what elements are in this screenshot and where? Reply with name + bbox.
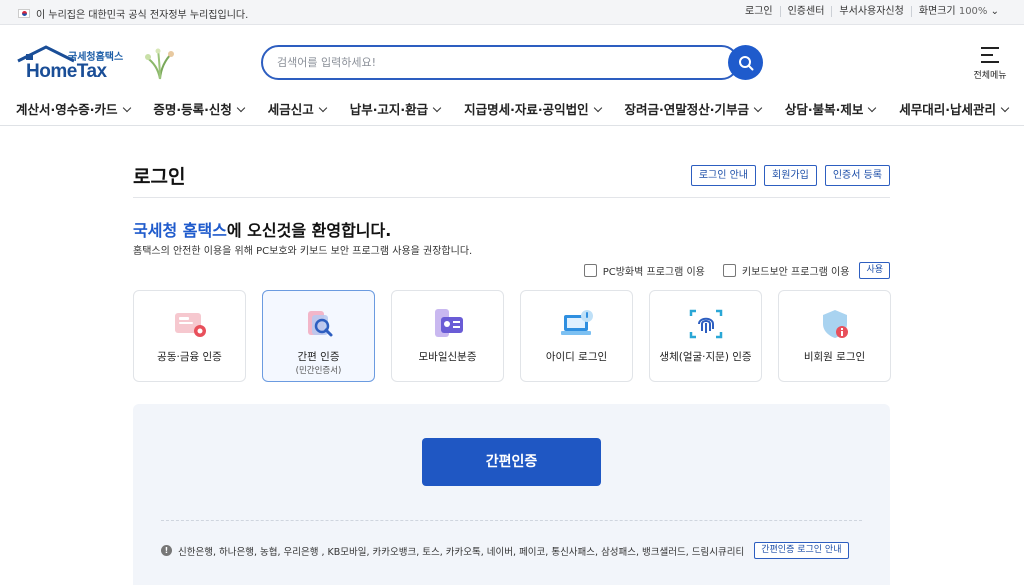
gnb-item-incentives[interactable]: 장려금·연말정산·기부금	[624, 94, 763, 126]
zoom-value: 100%	[958, 6, 988, 17]
simple-auth-panel: 간편인증 ! 신한은행, 하나은행, 농협, 우리은행 , KB모바일, 카카오…	[133, 404, 890, 585]
gov-notice: 이 누리집은 대한민국 공식 전자정부 누리집입니다.	[18, 6, 248, 21]
panel-divider	[161, 520, 862, 521]
plant-icon	[145, 48, 174, 80]
gnb-item-payment[interactable]: 납부·고지·환급	[349, 94, 442, 126]
all-menu-label: 전체메뉴	[973, 71, 1007, 81]
method-label: 생체(얼굴·지문) 인증	[659, 351, 752, 363]
dept-user-link[interactable]: 부서사용자신청	[831, 6, 910, 17]
search-input[interactable]	[277, 47, 717, 77]
method-card-simple-auth[interactable]: 간편 인증 (민간인증서)	[262, 290, 375, 382]
search-icon	[738, 55, 753, 70]
gnb-label: 장려금·연말정산·기부금	[624, 102, 749, 117]
gnb-item-tax-return[interactable]: 세금신고	[267, 94, 328, 126]
signup-button[interactable]: 회원가입	[764, 165, 817, 186]
search-button[interactable]	[728, 45, 763, 80]
korea-flag-icon	[18, 9, 30, 18]
gnb-item-certificate[interactable]: 증명·등록·신청	[153, 94, 246, 126]
gnb-label: 세금신고	[267, 102, 314, 117]
method-card-guest[interactable]: 비회원 로그인	[778, 290, 891, 382]
mobile-id-icon	[435, 309, 463, 337]
top-utility-bar: 이 누리집은 대한민국 공식 전자정부 누리집입니다. 로그인 인증센터 부서사…	[0, 0, 1024, 25]
simple-auth-guide-button[interactable]: 간편인증 로그인 안내	[754, 542, 849, 559]
chevron-down-icon	[432, 103, 442, 113]
main-navigation: 계산서·영수증·카드 증명·등록·신청 세금신고 납부·고지·환급 지급명세·자…	[0, 94, 1024, 126]
pc-firewall-checkbox[interactable]	[583, 264, 597, 277]
chevron-down-icon	[122, 103, 131, 113]
page-title: 로그인	[133, 166, 186, 188]
utility-links: 로그인 인증센터 부서사용자신청 화면크기 100% ⌄	[738, 6, 1006, 17]
method-label: 공동·금융 인증	[157, 351, 222, 363]
security-description: 홈택스의 안전한 이용을 위해 PC보호와 키보드 보안 프로그램 사용을 권장…	[133, 246, 473, 257]
simple-auth-icon	[308, 311, 333, 337]
search-box	[261, 45, 739, 80]
gnb-label: 증명·등록·신청	[153, 102, 232, 117]
zoom-label: 화면크기	[918, 6, 956, 17]
keyboard-security-label: 키보드보안 프로그램 이용	[741, 267, 850, 278]
cert-center-link[interactable]: 인증센터	[779, 6, 832, 17]
logo-main-text: HomeTax	[26, 61, 107, 82]
login-method-list: 공동·금융 인증 간편 인증 (민간인증서) 모바일신분증 아이디 로그인 생체…	[133, 290, 891, 382]
chevron-down-icon	[753, 103, 763, 113]
gnb-item-statements[interactable]: 지급명세·자료·공익법인	[464, 94, 602, 126]
keyboard-security-checkbox[interactable]	[722, 264, 736, 277]
gnb-label: 세무대리·납세관리	[899, 102, 996, 117]
method-label: 비회원 로그인	[803, 351, 866, 363]
gnb-item-consult[interactable]: 상담·불복·제보	[784, 94, 877, 126]
gnb-label: 지급명세·자료·공익법인	[464, 102, 589, 117]
chevron-down-icon	[236, 103, 246, 113]
register-cert-button[interactable]: 인증서 등록	[824, 165, 890, 186]
fingerprint-icon	[689, 309, 723, 339]
provider-list: 신한은행, 하나은행, 농협, 우리은행 , KB모바일, 카카오뱅크, 토스,…	[178, 546, 745, 558]
gnb-label: 계산서·영수증·카드	[16, 102, 118, 117]
method-card-certificate[interactable]: 공동·금융 인증	[133, 290, 246, 382]
gnb-label: 상담·불복·제보	[784, 102, 864, 117]
welcome-rest: 에 오신것을 환영합니다.	[226, 221, 392, 240]
hometax-logo[interactable]: 국세청홈택스 HomeTax	[16, 45, 174, 87]
shield-guest-icon	[823, 310, 848, 338]
method-card-id-login[interactable]: 아이디 로그인	[520, 290, 633, 382]
method-card-biometric[interactable]: 생체(얼굴·지문) 인증	[649, 290, 762, 382]
simple-auth-button[interactable]: 간편인증	[422, 438, 601, 486]
info-icon: !	[161, 545, 172, 556]
method-label: 간편 인증	[297, 351, 340, 363]
chevron-down-icon	[868, 103, 877, 113]
zoom-control[interactable]: 화면크기 100% ⌄	[910, 6, 1006, 17]
login-header-buttons: 로그인 안내 회원가입 인증서 등록	[690, 165, 890, 186]
security-options: PC방화벽 프로그램 이용 키보드보안 프로그램 이용 사용	[583, 262, 890, 279]
method-card-mobile-id[interactable]: 모바일신분증	[391, 290, 504, 382]
use-button[interactable]: 사용	[859, 262, 890, 279]
hamburger-icon	[981, 47, 999, 63]
gnb-item-invoice[interactable]: 계산서·영수증·카드	[16, 94, 131, 126]
login-link[interactable]: 로그인	[738, 6, 780, 17]
method-sublabel: (민간인증서)	[295, 366, 342, 376]
chevron-down-icon	[1000, 103, 1010, 113]
all-menu-button[interactable]: 전체메뉴	[970, 45, 1010, 81]
gov-notice-text: 이 누리집은 대한민국 공식 전자정부 누리집입니다.	[36, 10, 249, 21]
laptop-id-icon	[561, 310, 593, 335]
method-label: 아이디 로그인	[545, 351, 608, 363]
gnb-item-agent[interactable]: 세무대리·납세관리	[899, 94, 1010, 126]
provider-info: ! 신한은행, 하나은행, 농협, 우리은행 , KB모바일, 카카오뱅크, 토…	[161, 542, 849, 559]
login-guide-button[interactable]: 로그인 안내	[690, 165, 756, 186]
gnb-label: 납부·고지·환급	[349, 102, 429, 117]
pc-firewall-label: PC방화벽 프로그램 이용	[602, 267, 705, 278]
method-label: 모바일신분증	[418, 351, 477, 363]
welcome-heading: 국세청 홈택스에 오신것을 환영합니다.	[133, 217, 391, 241]
chevron-down-icon: ⌄	[990, 6, 999, 17]
chevron-down-icon	[593, 103, 602, 113]
chevron-down-icon	[318, 103, 328, 113]
welcome-highlight: 국세청 홈택스	[133, 221, 227, 240]
title-divider	[133, 197, 890, 198]
certificate-icon	[175, 313, 206, 337]
